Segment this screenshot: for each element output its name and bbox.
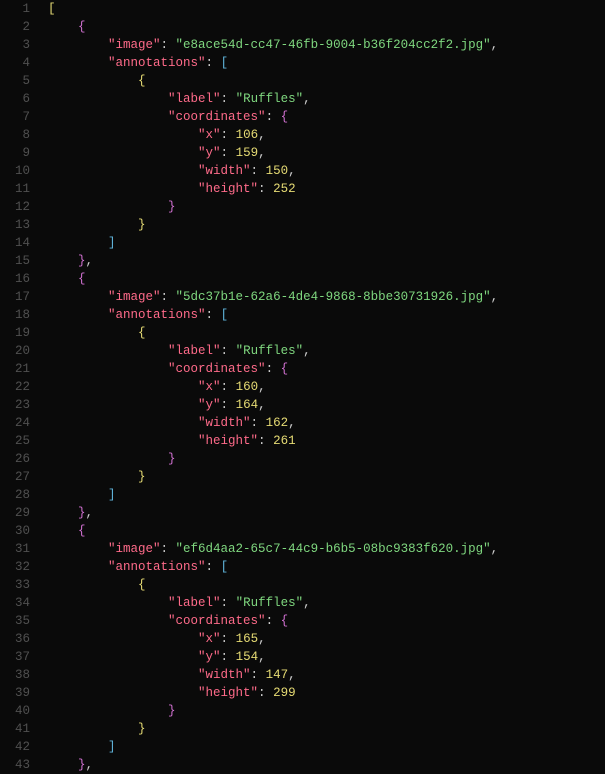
line-number: 18 [0, 306, 30, 324]
code-line[interactable]: "x": 106, [48, 126, 605, 144]
code-line[interactable]: ] [48, 486, 605, 504]
code-line[interactable]: } [48, 216, 605, 234]
line-number: 24 [0, 414, 30, 432]
line-number: 29 [0, 504, 30, 522]
line-number: 22 [0, 378, 30, 396]
line-number: 15 [0, 252, 30, 270]
code-line[interactable]: "annotations": [ [48, 558, 605, 576]
code-line[interactable]: }, [48, 504, 605, 522]
line-number: 17 [0, 288, 30, 306]
line-number: 28 [0, 486, 30, 504]
code-line[interactable]: "y": 164, [48, 396, 605, 414]
code-line[interactable]: } [48, 450, 605, 468]
code-line[interactable]: "label": "Ruffles", [48, 90, 605, 108]
line-number: 26 [0, 450, 30, 468]
line-number: 6 [0, 90, 30, 108]
code-line[interactable]: [ [48, 0, 605, 18]
line-number: 2 [0, 18, 30, 36]
code-line[interactable]: "x": 160, [48, 378, 605, 396]
code-line[interactable]: "y": 154, [48, 648, 605, 666]
line-number: 11 [0, 180, 30, 198]
code-editor[interactable]: 1234567891011121314151617181920212223242… [0, 0, 605, 772]
code-line[interactable]: "image": "e8ace54d-cc47-46fb-9004-b36f20… [48, 36, 605, 54]
line-number: 32 [0, 558, 30, 576]
line-number: 35 [0, 612, 30, 630]
code-content[interactable]: [ { "image": "e8ace54d-cc47-46fb-9004-b3… [48, 0, 605, 772]
line-number: 21 [0, 360, 30, 378]
code-line[interactable]: { [48, 576, 605, 594]
line-number: 20 [0, 342, 30, 360]
code-line[interactable]: "annotations": [ [48, 306, 605, 324]
code-line[interactable]: { [48, 522, 605, 540]
code-line[interactable]: { [48, 72, 605, 90]
code-line[interactable]: } [48, 720, 605, 738]
code-line[interactable]: "label": "Ruffles", [48, 342, 605, 360]
code-line[interactable]: "coordinates": { [48, 612, 605, 630]
line-number: 19 [0, 324, 30, 342]
line-number: 5 [0, 72, 30, 90]
code-line[interactable]: { [48, 18, 605, 36]
line-number: 41 [0, 720, 30, 738]
line-number: 30 [0, 522, 30, 540]
line-number: 1 [0, 0, 30, 18]
line-number: 43 [0, 756, 30, 774]
code-line[interactable]: "y": 159, [48, 144, 605, 162]
code-line[interactable]: "coordinates": { [48, 108, 605, 126]
code-line[interactable]: { [48, 270, 605, 288]
code-line[interactable]: "height": 261 [48, 432, 605, 450]
code-line[interactable]: "x": 165, [48, 630, 605, 648]
code-line[interactable]: "image": "5dc37b1e-62a6-4de4-9868-8bbe30… [48, 288, 605, 306]
line-number: 14 [0, 234, 30, 252]
line-number: 7 [0, 108, 30, 126]
code-line[interactable]: "coordinates": { [48, 360, 605, 378]
line-number: 9 [0, 144, 30, 162]
code-line[interactable]: } [48, 468, 605, 486]
code-line[interactable]: "label": "Ruffles", [48, 594, 605, 612]
line-number: 4 [0, 54, 30, 72]
line-number: 12 [0, 198, 30, 216]
line-number: 38 [0, 666, 30, 684]
line-number: 23 [0, 396, 30, 414]
code-line[interactable]: { [48, 324, 605, 342]
line-number: 40 [0, 702, 30, 720]
line-number: 8 [0, 126, 30, 144]
code-line[interactable]: ] [48, 738, 605, 756]
code-line[interactable]: } [48, 198, 605, 216]
line-number: 33 [0, 576, 30, 594]
line-number: 27 [0, 468, 30, 486]
code-line[interactable]: "height": 299 [48, 684, 605, 702]
code-line[interactable]: "width": 162, [48, 414, 605, 432]
line-number: 31 [0, 540, 30, 558]
code-line[interactable]: "width": 150, [48, 162, 605, 180]
line-number: 3 [0, 36, 30, 54]
line-number: 34 [0, 594, 30, 612]
line-number: 42 [0, 738, 30, 756]
code-line[interactable]: } [48, 702, 605, 720]
line-number: 39 [0, 684, 30, 702]
code-line[interactable]: }, [48, 756, 605, 774]
line-number: 37 [0, 648, 30, 666]
line-number: 25 [0, 432, 30, 450]
code-line[interactable]: "image": "ef6d4aa2-65c7-44c9-b6b5-08bc93… [48, 540, 605, 558]
code-line[interactable]: "width": 147, [48, 666, 605, 684]
code-line[interactable]: "annotations": [ [48, 54, 605, 72]
code-line[interactable]: }, [48, 252, 605, 270]
code-line[interactable]: "height": 252 [48, 180, 605, 198]
line-number: 16 [0, 270, 30, 288]
line-number-gutter: 1234567891011121314151617181920212223242… [0, 0, 48, 772]
line-number: 13 [0, 216, 30, 234]
code-line[interactable]: ] [48, 234, 605, 252]
line-number: 10 [0, 162, 30, 180]
line-number: 36 [0, 630, 30, 648]
